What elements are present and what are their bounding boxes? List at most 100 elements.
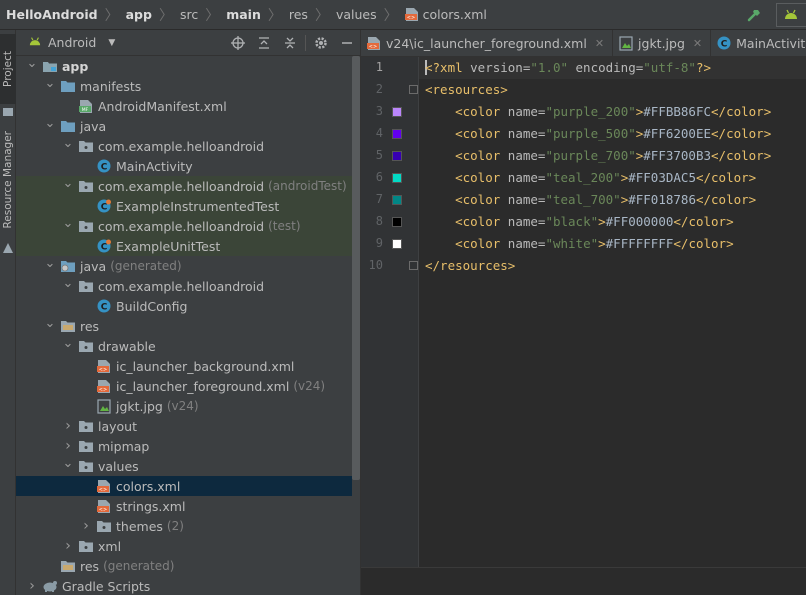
- editor-tab[interactable]: jgkt.jpg ✕: [613, 30, 712, 56]
- chevron-down-icon[interactable]: ⌄: [62, 217, 74, 230]
- chevron-down-icon[interactable]: ⌄: [62, 177, 74, 190]
- tree-item-label: AndroidManifest.xml: [98, 98, 227, 114]
- tree-item[interactable]: <> ic_launcher_background.xml: [16, 356, 352, 376]
- tree-item[interactable]: ⌄ manifests: [16, 76, 352, 96]
- breadcrumb-item[interactable]: HelloAndroid: [6, 7, 98, 22]
- fold-open-icon[interactable]: [409, 85, 418, 94]
- chevron-right-icon[interactable]: ›: [26, 578, 38, 594]
- color-swatch[interactable]: [392, 173, 402, 183]
- chevron-down-icon[interactable]: ⌄: [44, 117, 56, 130]
- code-editor[interactable]: <?xml version="1.0" encoding="utf-8"?> <r…: [419, 57, 806, 567]
- tree-item[interactable]: ⌄ java (generated): [16, 256, 352, 276]
- code-token: name=: [507, 236, 546, 251]
- breadcrumb-item[interactable]: app: [126, 7, 152, 22]
- minimize-icon[interactable]: [334, 30, 360, 56]
- breadcrumb-item[interactable]: values: [336, 7, 377, 22]
- tree-item-label: jgkt.jpg: [116, 398, 163, 414]
- fold-close-icon[interactable]: [409, 261, 418, 270]
- close-icon[interactable]: ✕: [595, 37, 604, 50]
- tree-item[interactable]: ⌄ res: [16, 316, 352, 336]
- tree-item[interactable]: › mipmap: [16, 436, 352, 456]
- chevron-down-icon[interactable]: ⌄: [62, 457, 74, 470]
- code-token: "black": [545, 214, 599, 229]
- editor-tab[interactable]: <> v24\ic_launcher_foreground.xml ✕: [361, 30, 614, 56]
- tree-item[interactable]: ⌄ com.example.helloandroid (androidTest): [16, 176, 352, 196]
- project-view-selector[interactable]: Android: [48, 35, 96, 50]
- chevron-down-icon[interactable]: ⌄: [44, 257, 56, 270]
- tree-item[interactable]: C BuildConfig: [16, 296, 352, 316]
- chevron-down-icon[interactable]: ⌄: [44, 317, 56, 330]
- tree-item[interactable]: C ExampleUnitTest: [16, 236, 352, 256]
- tree-item[interactable]: ⌄ app: [16, 56, 352, 76]
- svg-text:C: C: [101, 163, 108, 173]
- xml-file-icon: <>: [96, 378, 112, 394]
- xml-file-icon: <>: [404, 7, 419, 22]
- tree-item[interactable]: › layout: [16, 416, 352, 436]
- tree-item[interactable]: C ExampleInstrumentedTest: [16, 196, 352, 216]
- tree-item[interactable]: C MainActivity: [16, 156, 352, 176]
- color-swatch[interactable]: [392, 217, 402, 227]
- code-token: name=: [507, 170, 546, 185]
- tree-item-suffix: (v24): [166, 399, 199, 413]
- tree-scrollbar[interactable]: [352, 56, 360, 480]
- breadcrumb-label: values: [335, 7, 377, 22]
- tree-item[interactable]: ⌄ com.example.helloandroid (test): [16, 216, 352, 236]
- chevron-down-icon[interactable]: ⌄: [26, 57, 38, 70]
- tree-item[interactable]: MF AndroidManifest.xml: [16, 96, 352, 116]
- crosshair-icon[interactable]: [225, 30, 251, 56]
- tree-item[interactable]: › themes (2): [16, 516, 352, 536]
- chevron-down-icon[interactable]: ⌄: [62, 277, 74, 290]
- run-configuration-selector[interactable]: [776, 3, 806, 27]
- breadcrumb-item[interactable]: res: [289, 7, 308, 22]
- tree-item-suffix: (2): [166, 519, 184, 533]
- chevron-right-icon[interactable]: ›: [80, 518, 92, 534]
- package-icon: [78, 178, 94, 194]
- line-number: 1: [375, 60, 383, 74]
- generated-folder-icon: [60, 258, 76, 274]
- gear-icon[interactable]: [308, 30, 334, 56]
- color-swatch[interactable]: [392, 239, 402, 249]
- tree-item[interactable]: ⌄ com.example.helloandroid: [16, 136, 352, 156]
- navigation-bar: HelloAndroid 〉 app 〉 src 〉 main 〉 res 〉 values 〉 <> c…: [0, 0, 806, 30]
- color-swatch[interactable]: [392, 195, 402, 205]
- chevron-right-icon[interactable]: ›: [62, 538, 74, 554]
- close-icon[interactable]: ✕: [693, 37, 702, 50]
- resource-manager-tool-tab[interactable]: Resource Manager: [0, 120, 16, 240]
- chevron-down-icon[interactable]: ⌄: [44, 77, 56, 90]
- breadcrumb-item[interactable]: <> colors.xml: [404, 7, 487, 22]
- svg-text:C: C: [101, 243, 108, 253]
- tree-item[interactable]: › Gradle Scripts: [16, 576, 352, 595]
- chevron-down-icon[interactable]: ⌄: [62, 137, 74, 150]
- expand-all-icon[interactable]: [251, 30, 277, 56]
- breadcrumb-item[interactable]: main: [226, 7, 261, 22]
- line-number: 10: [368, 258, 383, 272]
- tree-item[interactable]: <> ic_launcher_foreground.xml (v24): [16, 376, 352, 396]
- breadcrumb-item[interactable]: src: [180, 7, 198, 22]
- tree-item[interactable]: ⌄ com.example.helloandroid: [16, 276, 352, 296]
- collapse-all-icon[interactable]: [277, 30, 303, 56]
- tree-item[interactable]: › xml: [16, 536, 352, 556]
- tree-item[interactable]: <> strings.xml: [16, 496, 352, 516]
- chevron-right-icon[interactable]: ›: [62, 418, 74, 434]
- breadcrumb-label: src: [179, 7, 199, 22]
- code-token: #FF03DAC5: [628, 170, 696, 185]
- chevron-down-icon[interactable]: ⌄: [62, 337, 74, 350]
- tree-item[interactable]: res (generated): [16, 556, 352, 576]
- editor-tab[interactable]: C MainActivity.java: [711, 30, 806, 56]
- chevron-right-icon[interactable]: ›: [62, 438, 74, 454]
- tree-item[interactable]: ⌄ values: [16, 456, 352, 476]
- svg-text:<>: <>: [99, 387, 107, 393]
- color-swatch[interactable]: [392, 151, 402, 161]
- tree-item[interactable]: <> colors.xml: [16, 476, 352, 496]
- tree-item[interactable]: ⌄ java: [16, 116, 352, 136]
- tree-item[interactable]: ⌄ drawable: [16, 336, 352, 356]
- color-swatch[interactable]: [392, 129, 402, 139]
- chevron-down-icon[interactable]: ▼: [108, 38, 115, 48]
- build-hammer-icon[interactable]: [744, 4, 766, 26]
- project-tool-tab[interactable]: Project: [0, 34, 16, 104]
- tree-item[interactable]: jgkt.jpg (v24): [16, 396, 352, 416]
- color-swatch[interactable]: [392, 107, 402, 117]
- xml-file-icon: <>: [96, 498, 112, 514]
- xml-file-icon: <>: [96, 478, 112, 494]
